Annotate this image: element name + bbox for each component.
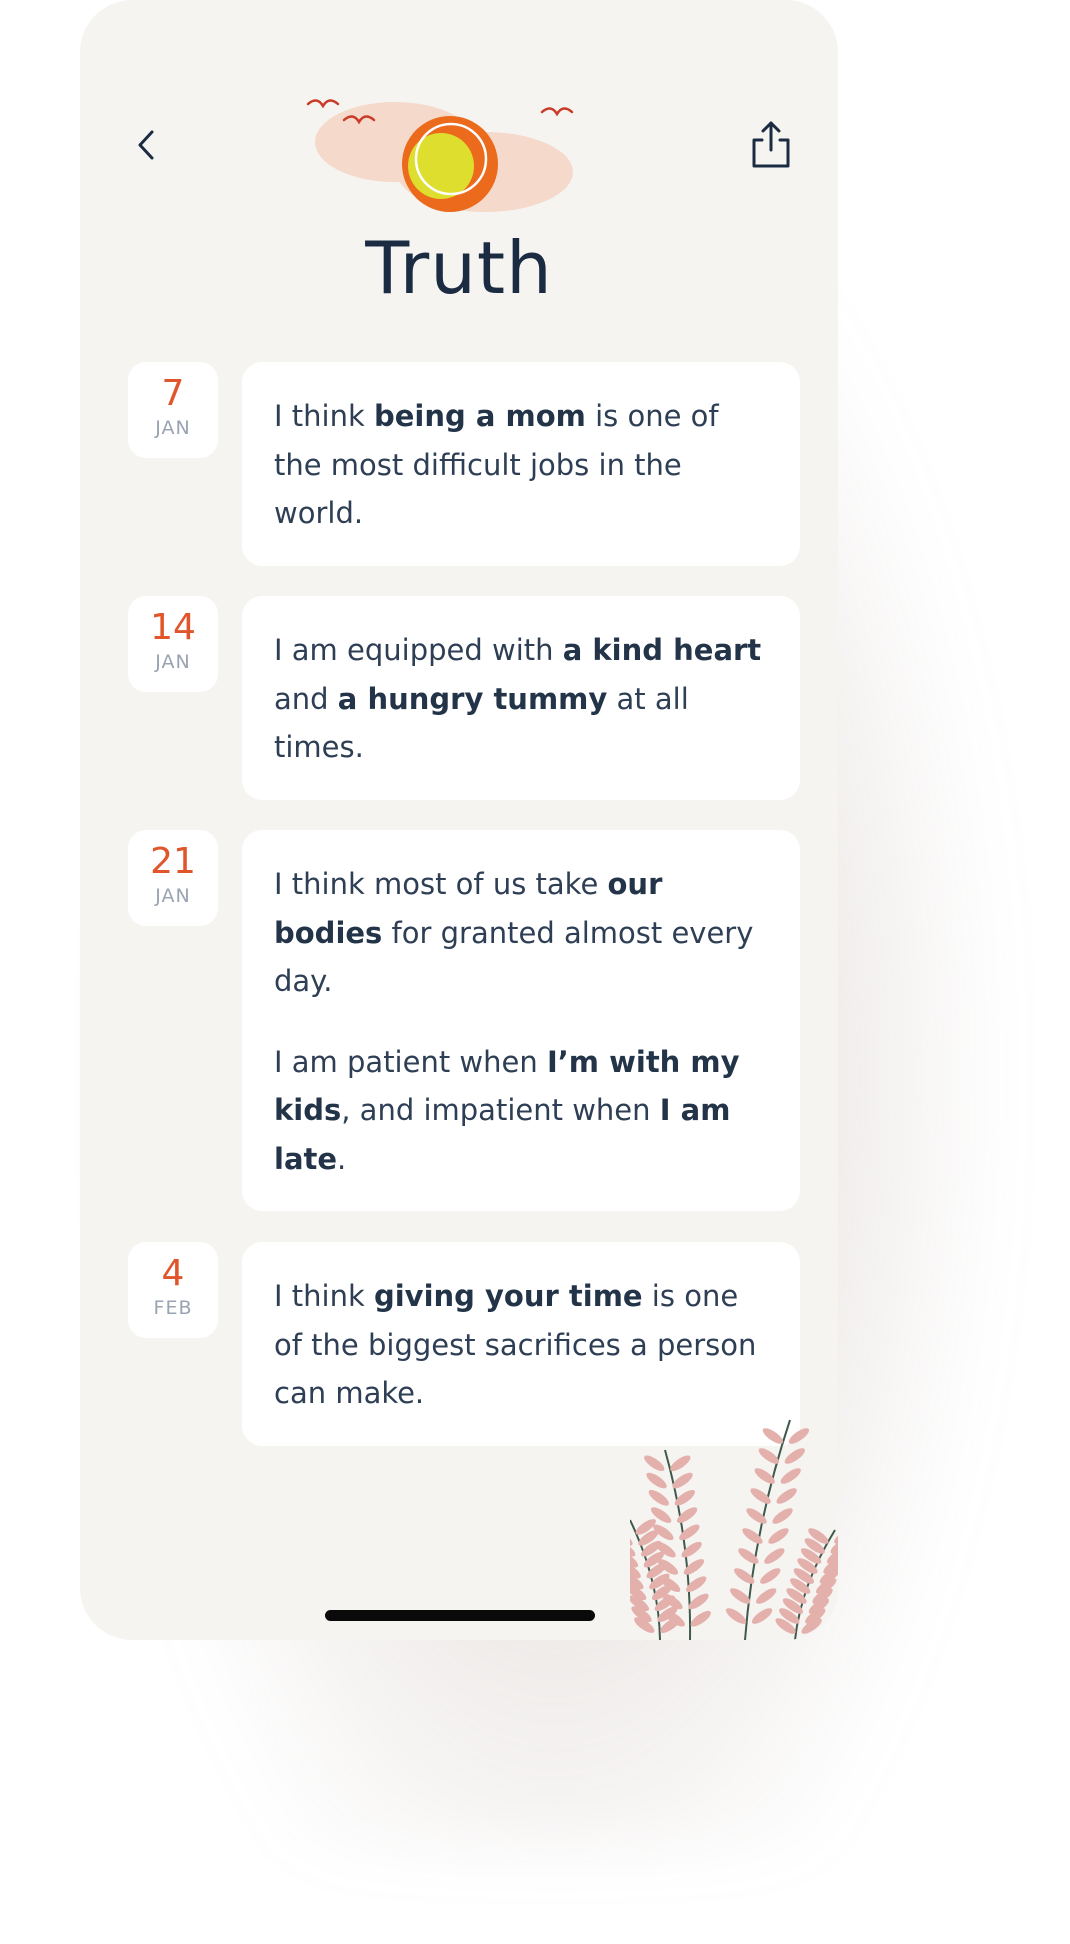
date-day: 4	[161, 1253, 185, 1294]
plant-leaf	[630, 1516, 632, 1537]
plant-leaf	[646, 1472, 667, 1489]
date-month: FEB	[153, 1297, 193, 1319]
plant-leaf	[683, 1559, 705, 1575]
date-month: JAN	[155, 651, 191, 673]
sun-illustration	[306, 99, 574, 212]
plant-leaf	[834, 1528, 838, 1544]
plant-leaf	[756, 1588, 777, 1604]
date-month: JAN	[155, 885, 191, 907]
back-button[interactable]	[128, 126, 166, 164]
plant-leaf	[784, 1448, 805, 1464]
plant-leaf	[776, 1488, 797, 1504]
date-badge: 4 FEB	[128, 1242, 218, 1338]
plant-leaf	[648, 1490, 669, 1506]
plant-leaf	[644, 1455, 665, 1472]
plant-leaf	[760, 1568, 781, 1584]
plant-leaf	[772, 1508, 793, 1524]
date-month: JAN	[155, 417, 191, 439]
entry-card[interactable]: I am equipped with a kind heart and a hu…	[242, 596, 800, 800]
entry-paragraph: I think most of us take our bodies for g…	[274, 867, 754, 998]
plant-leaf	[672, 1472, 693, 1489]
entry-paragraph: I think giving your time is one of the b…	[274, 1279, 757, 1410]
plant-leaf	[780, 1468, 801, 1484]
plant-leaf	[681, 1541, 702, 1558]
entry-paragraph: I am equipped with a kind heart and a hu…	[274, 633, 762, 764]
date-badge: 7 JAN	[128, 362, 218, 458]
entry-card[interactable]: I think being a mom is one of the most d…	[242, 362, 800, 566]
plant-leaf	[762, 1428, 784, 1444]
date-day: 7	[161, 373, 185, 414]
home-indicator[interactable]	[325, 1610, 595, 1621]
plant-leaf	[764, 1548, 785, 1564]
entry-paragraph: I am patient when I’m with my kids, and …	[274, 1044, 740, 1176]
plant-leaf	[758, 1448, 779, 1464]
plant-leaf	[788, 1428, 810, 1444]
page-title: Truth	[365, 226, 553, 310]
date-badge: 21 JAN	[128, 830, 218, 926]
plant-leaf	[751, 1608, 773, 1624]
date-day: 21	[150, 841, 196, 882]
phone-screen: Truth 7 JAN I think being a mom is one o…	[80, 0, 838, 1640]
plant-leaf	[690, 1610, 711, 1627]
date-day: 14	[150, 607, 196, 648]
chevron-left-icon	[138, 130, 154, 160]
entry-paragraph: I think being a mom is one of the most d…	[274, 399, 719, 530]
plant-leaf	[670, 1455, 691, 1472]
entry-card[interactable]: I think most of us take our bodies for g…	[242, 830, 800, 1211]
share-button[interactable]	[748, 118, 794, 170]
plant-leaf	[725, 1608, 747, 1624]
share-icon	[752, 121, 790, 168]
plant-illustration	[630, 1419, 838, 1640]
plant-leaf	[768, 1528, 789, 1544]
date-badge: 14 JAN	[128, 596, 218, 692]
